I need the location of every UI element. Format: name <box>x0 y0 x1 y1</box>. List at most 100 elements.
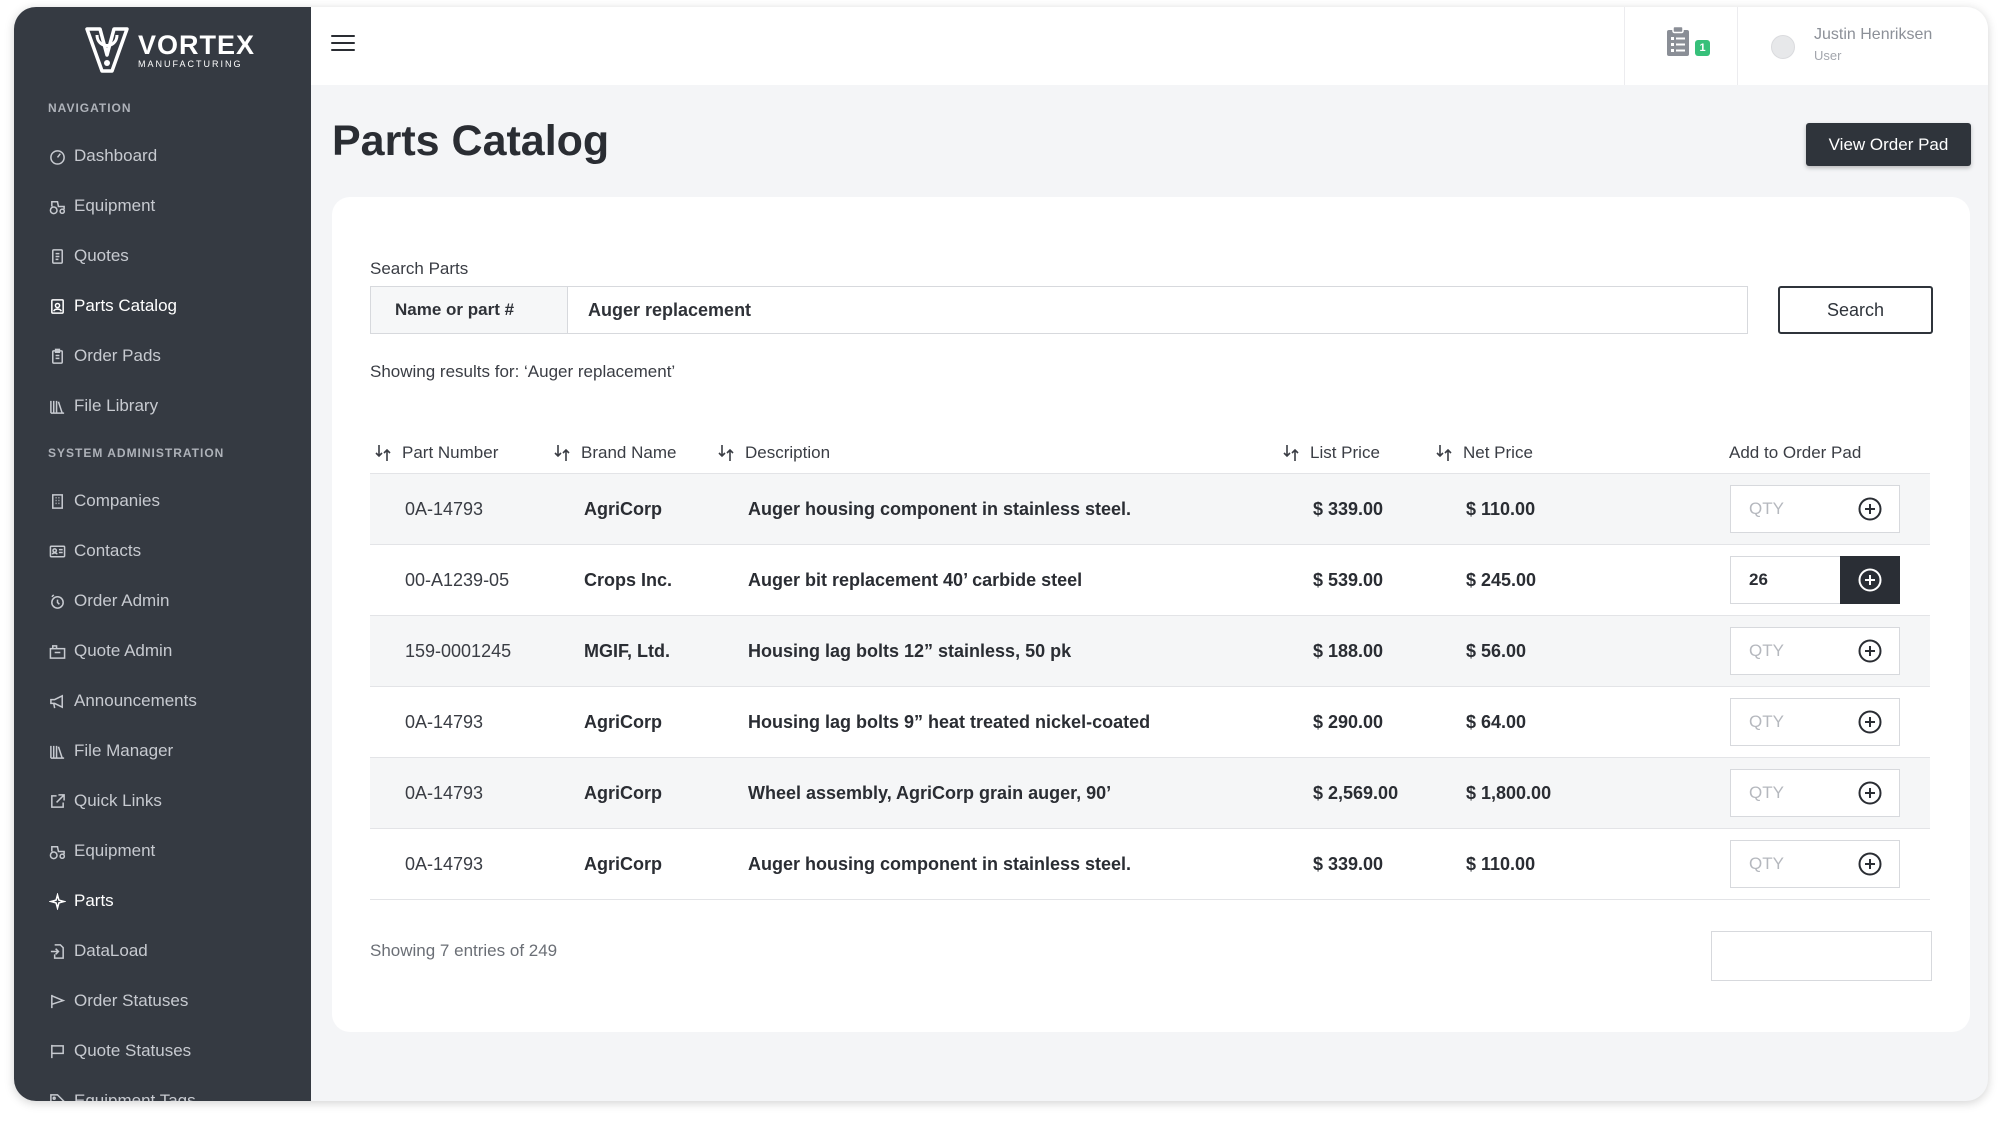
sidebar-item-file-manager[interactable]: File Manager <box>48 738 173 764</box>
sidebar-item-label: Companies <box>74 491 160 510</box>
add-to-order-pad-button[interactable] <box>1840 627 1900 675</box>
sidebar-item-label: DataLoad <box>74 941 148 960</box>
clipboard-icon <box>48 347 66 365</box>
sidebar-item-parts[interactable]: Parts <box>48 888 114 914</box>
part-description: Auger bit replacement 40’ carbide steel <box>748 569 1083 590</box>
vortex-logo[interactable]: VORTEX MANUFACTURING <box>84 23 255 77</box>
column-brand-name[interactable]: Brand Name <box>553 433 676 473</box>
table-header: Part Number Brand Name Description List … <box>370 433 1930 473</box>
library-icon <box>48 397 66 415</box>
column-add-to-order-pad: Add to Order Pad <box>1729 433 1861 473</box>
column-label: Brand Name <box>581 443 677 462</box>
quantity-input[interactable] <box>1730 840 1841 888</box>
quantity-input[interactable] <box>1730 556 1841 604</box>
sidebar-item-label: Quotes <box>74 246 129 265</box>
net-price: $ 110.00 <box>1466 498 1536 519</box>
quantity-input[interactable] <box>1730 769 1841 817</box>
part-number: 0A-14793 <box>405 498 484 519</box>
column-label: Add to Order Pad <box>1729 443 1862 462</box>
sidebar-item-label: Equipment <box>74 196 156 215</box>
contact-card-icon <box>48 542 66 560</box>
sidebar-item-file-library[interactable]: File Library <box>48 393 158 419</box>
sidebar-item-order-statuses[interactable]: Order Statuses <box>48 988 188 1014</box>
sidebar-item-announcements[interactable]: Announcements <box>48 688 197 714</box>
sidebar-item-dashboard[interactable]: Dashboard <box>48 143 157 169</box>
add-to-order-pad-button[interactable] <box>1840 840 1900 888</box>
add-to-order-pad-button[interactable] <box>1840 769 1900 817</box>
tractor-icon <box>48 842 66 860</box>
brand-name: Crops Inc. <box>584 569 673 590</box>
brand-name: AgriCorp <box>584 853 662 874</box>
file-import-icon <box>48 942 66 960</box>
sidebar-item-equipment-admin[interactable]: Equipment <box>48 838 155 864</box>
search-input[interactable] <box>568 286 1748 334</box>
part-number: 0A-14793 <box>405 782 484 803</box>
sidebar-item-label: File Manager <box>74 741 174 760</box>
sidebar-item-equipment-tags[interactable]: Equipment Tags <box>48 1088 196 1101</box>
plus-circle-icon <box>1858 852 1881 876</box>
building-icon <box>48 492 66 510</box>
column-label: Net Price <box>1463 443 1533 462</box>
parts-catalog-card: Search Parts Name or part # Search Showi… <box>332 197 1970 1032</box>
sidebar-item-label: Order Pads <box>74 346 161 365</box>
quantity-input[interactable] <box>1730 485 1841 533</box>
list-price: $ 290.00 <box>1313 711 1384 732</box>
net-price: $ 64.00 <box>1466 711 1527 732</box>
sidebar-item-quote-admin[interactable]: Quote Admin <box>48 638 172 664</box>
plus-circle-icon <box>1858 497 1881 521</box>
net-price: $ 56.00 <box>1466 640 1527 661</box>
tag-icon <box>48 1092 66 1101</box>
pagination-control[interactable] <box>1711 931 1932 981</box>
sidebar-item-contacts[interactable]: Contacts <box>48 538 141 564</box>
sidebar: VORTEX MANUFACTURING NAVIGATION Dashboar… <box>14 7 311 1101</box>
brand-name: AgriCorp <box>584 498 662 519</box>
column-net-price[interactable]: Net Price <box>1435 433 1533 473</box>
part-description: Wheel assembly, AgriCorp grain auger, 90… <box>748 782 1112 803</box>
view-order-pad-button[interactable]: View Order Pad <box>1806 123 1971 166</box>
sort-icon <box>718 445 734 461</box>
sidebar-item-dataload[interactable]: DataLoad <box>48 938 148 964</box>
flag-icon <box>48 992 66 1010</box>
vortex-logo-icon <box>85 27 129 73</box>
plus-circle-icon <box>1858 568 1881 592</box>
sidebar-item-companies[interactable]: Companies <box>48 488 160 514</box>
column-label: Description <box>745 443 831 462</box>
column-label: List Price <box>1310 443 1380 462</box>
add-to-order-pad-button[interactable] <box>1840 698 1900 746</box>
sidebar-item-label: Quote Admin <box>74 641 173 660</box>
dashboard-gauge-icon <box>48 147 66 165</box>
sidebar-item-quote-statuses[interactable]: Quote Statuses <box>48 1038 191 1064</box>
sidebar-item-order-pads[interactable]: Order Pads <box>48 343 161 369</box>
sidebar-item-order-admin[interactable]: Order Admin <box>48 588 169 614</box>
sidebar-item-quotes[interactable]: Quotes <box>48 243 129 269</box>
order-pad-shortcut[interactable]: 1 <box>1624 7 1738 85</box>
sidebar-item-label: Quote Statuses <box>74 1041 192 1060</box>
sidebar-item-equipment[interactable]: Equipment <box>48 193 155 219</box>
net-price: $ 245.00 <box>1466 569 1537 590</box>
sort-icon <box>554 445 570 461</box>
user-name: Justin Henriksen <box>1814 26 1933 43</box>
table-row: 0A-14793 AgriCorp Auger housing componen… <box>370 473 1930 544</box>
page-title: Parts Catalog <box>332 117 610 165</box>
quantity-input[interactable] <box>1730 627 1841 675</box>
tractor-icon <box>48 197 66 215</box>
add-to-order-pad-button[interactable] <box>1840 485 1900 533</box>
column-part-number[interactable]: Part Number <box>374 433 498 473</box>
search-prefix: Name or part # <box>370 286 568 334</box>
user-menu[interactable]: Justin Henriksen User <box>1748 7 1960 85</box>
entries-summary: Showing 7 entries of 249 <box>370 941 558 960</box>
quantity-input[interactable] <box>1730 698 1841 746</box>
table-row: 0A-14793 AgriCorp Auger housing componen… <box>370 828 1930 900</box>
part-description: Housing lag bolts 9” heat treated nickel… <box>748 711 1151 732</box>
add-to-order-pad-button[interactable] <box>1840 556 1900 604</box>
menu-toggle-icon[interactable] <box>331 35 355 55</box>
sidebar-item-parts-catalog[interactable]: Parts Catalog <box>48 293 177 319</box>
table-row: 00-A1239-05 Crops Inc. Auger bit replace… <box>370 544 1930 615</box>
order-admin-icon <box>48 592 66 610</box>
column-list-price[interactable]: List Price <box>1282 433 1380 473</box>
column-description[interactable]: Description <box>717 433 830 473</box>
clipboard-list-icon <box>1667 25 1689 56</box>
search-button[interactable]: Search <box>1778 286 1933 334</box>
search-results-summary: Showing results for: ‘Auger replacement’ <box>370 362 676 381</box>
sidebar-item-quick-links[interactable]: Quick Links <box>48 788 162 814</box>
